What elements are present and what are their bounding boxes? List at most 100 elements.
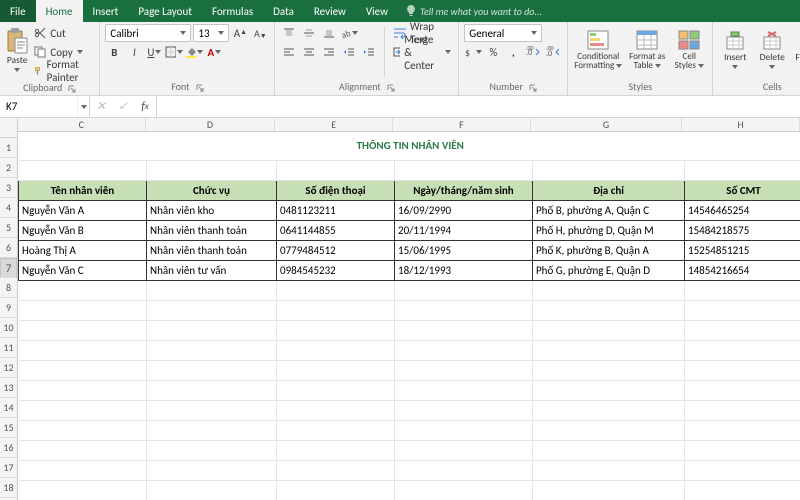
table-cell[interactable]: Nhân viên tư vấn bbox=[147, 260, 277, 280]
cell[interactable] bbox=[395, 360, 533, 380]
tab-file[interactable]: File bbox=[0, 0, 36, 22]
cell[interactable] bbox=[533, 400, 685, 420]
tab-home[interactable]: Home bbox=[36, 0, 83, 22]
select-all-corner[interactable] bbox=[0, 118, 17, 138]
border-button[interactable] bbox=[165, 43, 183, 61]
column-header-G[interactable]: G bbox=[531, 118, 683, 131]
table-header-phone[interactable]: Số điện thoại bbox=[277, 180, 395, 200]
shrink-font-button[interactable]: A▼ bbox=[251, 24, 269, 42]
cell[interactable] bbox=[685, 160, 800, 180]
row-header-11[interactable]: 11 bbox=[0, 338, 17, 358]
align-top-button[interactable] bbox=[280, 24, 298, 42]
row-header-3[interactable]: 3 bbox=[0, 178, 17, 198]
table-cell[interactable]: 20/11/1994 bbox=[395, 220, 533, 240]
table-cell[interactable]: 15484218575 bbox=[685, 220, 800, 240]
cell[interactable] bbox=[19, 440, 147, 460]
cell[interactable] bbox=[19, 320, 147, 340]
cell[interactable] bbox=[533, 420, 685, 440]
table-cell[interactable]: Hoàng Thị A bbox=[19, 240, 147, 260]
table-cell[interactable]: 0779484512 bbox=[277, 240, 395, 260]
cell[interactable] bbox=[19, 160, 147, 180]
dialog-launcher-icon[interactable] bbox=[66, 83, 76, 93]
conditional-formatting-button[interactable]: ConditionalFormatting bbox=[573, 24, 623, 76]
cell[interactable] bbox=[277, 160, 395, 180]
row-header-1[interactable]: 1 bbox=[0, 138, 17, 158]
tab-view[interactable]: View bbox=[356, 0, 398, 22]
confirm-formula-button[interactable]: ✓ bbox=[112, 96, 134, 117]
delete-cells-button[interactable]: Delete bbox=[755, 24, 789, 76]
table-cell[interactable]: Nhân viên thanh toán bbox=[147, 240, 277, 260]
tab-page-layout[interactable]: Page Layout bbox=[128, 0, 202, 22]
cell[interactable] bbox=[19, 280, 147, 300]
bold-button[interactable]: B bbox=[105, 43, 123, 61]
align-middle-button[interactable] bbox=[300, 24, 318, 42]
cell[interactable] bbox=[533, 440, 685, 460]
cell[interactable] bbox=[19, 380, 147, 400]
table-cell[interactable]: Nguyễn Văn C bbox=[19, 260, 147, 280]
cell[interactable] bbox=[395, 280, 533, 300]
cell[interactable] bbox=[685, 420, 800, 440]
cell[interactable] bbox=[533, 160, 685, 180]
cancel-formula-button[interactable]: ✕ bbox=[90, 96, 112, 117]
cell[interactable] bbox=[395, 300, 533, 320]
align-center-button[interactable] bbox=[300, 43, 318, 61]
table-cell[interactable]: 15254851215 bbox=[685, 240, 800, 260]
table-cell[interactable]: Phố G, phường E, Quận D bbox=[533, 260, 685, 280]
row-header-4[interactable]: 4 bbox=[0, 198, 17, 218]
comma-format-button[interactable]: , bbox=[504, 43, 522, 61]
dialog-launcher-icon[interactable] bbox=[194, 82, 204, 92]
cell[interactable] bbox=[685, 380, 800, 400]
cell[interactable] bbox=[277, 320, 395, 340]
table-cell[interactable]: 0481123211 bbox=[277, 200, 395, 220]
cell[interactable] bbox=[533, 320, 685, 340]
table-cell[interactable]: 15/06/1995 bbox=[395, 240, 533, 260]
cell[interactable] bbox=[147, 280, 277, 300]
cell[interactable] bbox=[277, 300, 395, 320]
cell[interactable] bbox=[395, 380, 533, 400]
cell[interactable] bbox=[277, 440, 395, 460]
cell[interactable] bbox=[19, 360, 147, 380]
cell[interactable] bbox=[147, 300, 277, 320]
table-cell[interactable]: Nhân viên kho bbox=[147, 200, 277, 220]
table-cell[interactable]: Nguyễn Văn A bbox=[19, 200, 147, 220]
cell[interactable] bbox=[147, 360, 277, 380]
table-cell[interactable]: 14546465254 bbox=[685, 200, 800, 220]
cell[interactable] bbox=[533, 460, 685, 480]
format-cells-button[interactable]: Format bbox=[792, 24, 800, 76]
decrease-indent-button[interactable] bbox=[340, 43, 358, 61]
row-header-6[interactable]: 6 bbox=[0, 238, 17, 258]
cell[interactable] bbox=[685, 400, 800, 420]
cut-button[interactable]: Cut bbox=[32, 24, 94, 42]
merge-center-button[interactable]: Merge & Center bbox=[391, 43, 453, 61]
table-header-name[interactable]: Tên nhân viên bbox=[19, 180, 147, 200]
cell[interactable] bbox=[277, 480, 395, 500]
cell[interactable] bbox=[147, 420, 277, 440]
sheet-title[interactable]: THÔNG TIN NHÂN VIÊN bbox=[19, 132, 800, 160]
cell[interactable] bbox=[395, 440, 533, 460]
increase-indent-button[interactable] bbox=[360, 43, 378, 61]
cell[interactable] bbox=[685, 480, 800, 500]
table-header-cmt[interactable]: Số CMT bbox=[685, 180, 800, 200]
cell[interactable] bbox=[533, 480, 685, 500]
align-left-button[interactable] bbox=[280, 43, 298, 61]
insert-function-button[interactable]: fx bbox=[134, 96, 156, 117]
font-size-select[interactable]: 13 bbox=[193, 24, 229, 42]
tab-insert[interactable]: Insert bbox=[83, 0, 129, 22]
accounting-format-button[interactable]: $ bbox=[464, 43, 482, 61]
cell-styles-button[interactable]: CellStyles bbox=[671, 24, 707, 76]
column-header-E[interactable]: E bbox=[275, 118, 393, 131]
paste-button[interactable]: Paste bbox=[5, 24, 29, 76]
fill-color-button[interactable] bbox=[185, 43, 203, 61]
row-header-5[interactable]: 5 bbox=[0, 218, 17, 238]
table-cell[interactable]: 0641144855 bbox=[277, 220, 395, 240]
increase-decimal-button[interactable]: .0.00 bbox=[524, 43, 542, 61]
cell[interactable] bbox=[19, 480, 147, 500]
row-header-18[interactable]: 18 bbox=[0, 478, 17, 498]
cell[interactable] bbox=[277, 360, 395, 380]
cell[interactable] bbox=[395, 460, 533, 480]
name-box[interactable] bbox=[0, 96, 90, 117]
decrease-decimal-button[interactable]: .00.0 bbox=[544, 43, 562, 61]
cell[interactable] bbox=[533, 380, 685, 400]
cell[interactable] bbox=[685, 280, 800, 300]
name-box-input[interactable] bbox=[0, 100, 77, 113]
